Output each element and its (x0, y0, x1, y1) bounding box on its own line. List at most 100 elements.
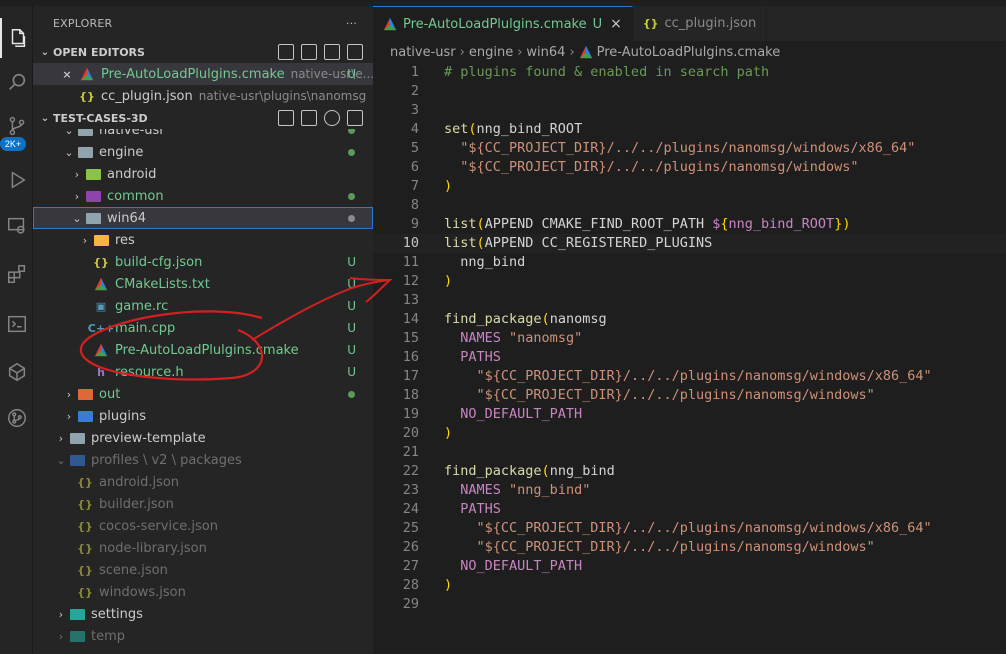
open-editors-section-header[interactable]: ⌄ OPEN EDITORS (33, 41, 373, 63)
code-line[interactable]: 3 (373, 101, 1006, 120)
code-line[interactable]: 16 PATHS (373, 348, 1006, 367)
temp-folder-icon (69, 628, 85, 644)
new-folder-icon[interactable] (301, 110, 317, 126)
git-graph-icon[interactable] (0, 398, 33, 438)
plugins-folder-icon (77, 408, 93, 424)
explorer-icon[interactable] (0, 18, 33, 58)
code-line[interactable]: 9 list(APPEND CMAKE_FIND_ROOT_PATH ${nng_… (373, 215, 1006, 234)
remote-explorer-icon[interactable] (0, 206, 33, 246)
json-icon: {} (77, 497, 93, 511)
refresh-icon[interactable] (324, 110, 340, 126)
code-line[interactable]: 23 NAMES "nng_bind" (373, 481, 1006, 500)
more-actions-button[interactable]: ··· (346, 17, 357, 30)
line-number: 23 (402, 482, 419, 498)
git-status-badge: U (347, 299, 356, 313)
tree-file[interactable]: {} scene.json (33, 559, 373, 581)
breadcrumb-item[interactable]: Pre-AutoLoadPlulgins.cmake (597, 45, 781, 60)
code-line[interactable]: 2 (373, 82, 1006, 101)
code-line[interactable]: 14 find_package(nanomsg (373, 310, 1006, 329)
code-line[interactable]: 8 (373, 196, 1006, 215)
close-all-icon[interactable] (347, 44, 363, 60)
explorer-title: EXPLORER (53, 17, 113, 30)
terminal-icon[interactable] (0, 304, 33, 344)
code-line[interactable]: 24 PATHS (373, 500, 1006, 519)
cube-icon[interactable] (0, 352, 33, 392)
breadcrumb-item[interactable]: native-usr (390, 45, 456, 60)
code-line[interactable]: 26 "${CC_PROJECT_DIR}/../../plugins/nano… (373, 538, 1006, 557)
tree-folder-native-usr[interactable]: ⌄ native-usr (33, 129, 373, 141)
code-line[interactable]: 22 find_package(nng_bind (373, 462, 1006, 481)
tree-file[interactable]: {} build-cfg.json U (33, 251, 373, 273)
code-line[interactable]: 15 NAMES "nanomsg" (373, 329, 1006, 348)
code-line[interactable]: 13 (373, 291, 1006, 310)
search-icon[interactable] (0, 62, 33, 102)
code-line[interactable]: 7) (373, 177, 1006, 196)
open-editor-item[interactable]: {} cc_plugin.json native-usr\plugins\nan… (33, 85, 373, 107)
tree-file[interactable]: {} node-library.json (33, 537, 373, 559)
explorer-header: EXPLORER ··· (33, 6, 373, 41)
code-line[interactable]: 12) (373, 272, 1006, 291)
toggle-vertical-icon[interactable] (301, 44, 317, 60)
close-icon[interactable]: × (59, 66, 75, 82)
tab-label: cc_plugin.json (664, 16, 757, 31)
code-line[interactable]: 17 "${CC_PROJECT_DIR}/../../plugins/nano… (373, 367, 1006, 386)
code-editor[interactable]: 1 # plugins found & enabled in search pat… (373, 63, 1006, 614)
run-debug-icon[interactable] (0, 160, 33, 200)
code-line[interactable]: 5 "${CC_PROJECT_DIR}/../../plugins/nanom… (373, 139, 1006, 158)
workspace-section-header[interactable]: ⌄ TEST-CASES-3D (33, 107, 373, 129)
code-line[interactable]: 21 (373, 443, 1006, 462)
tree-folder-preview-template[interactable]: › preview-template (33, 427, 373, 449)
tree-file[interactable]: CMakeLists.txt U (33, 273, 373, 295)
code-text: "${CC_PROJECT_DIR}/../../plugins/nanomsg… (476, 368, 932, 384)
code-line[interactable]: 27 NO_DEFAULT_PATH (373, 557, 1006, 576)
tree-label: build-cfg.json (115, 254, 203, 270)
tree-file[interactable]: {} builder.json (33, 493, 373, 515)
code-line[interactable]: 1 # plugins found & enabled in search pat… (373, 63, 1006, 82)
code-line[interactable]: 28) (373, 576, 1006, 595)
json-icon: {} (77, 475, 93, 489)
tree-file[interactable]: C++ main.cpp U (33, 317, 373, 339)
tree-label: temp (91, 628, 126, 644)
tree-file[interactable]: ▣ game.rc U (33, 295, 373, 317)
tree-folder-out[interactable]: › out (33, 383, 373, 405)
code-line[interactable]: 4 set(nng_bind_ROOT (373, 120, 1006, 139)
tree-folder-settings[interactable]: › settings (33, 603, 373, 625)
tree-file[interactable]: Pre-AutoLoadPlulgins.cmake U (33, 339, 373, 361)
code-line[interactable]: 10 list(APPEND CC_REGISTERED_PLUGINS (373, 234, 1006, 253)
tree-folder-temp[interactable]: › temp (33, 625, 373, 647)
tree-label: android.json (99, 474, 180, 490)
tab-pre-autoload-plugins[interactable]: Pre-AutoLoadPlulgins.cmake U × (373, 6, 633, 41)
tree-folder-engine[interactable]: ⌄ engine (33, 141, 373, 163)
tree-folder-win64[interactable]: ⌄ win64 (33, 207, 373, 229)
new-file-icon[interactable] (278, 110, 294, 126)
code-line[interactable]: 20) (373, 424, 1006, 443)
code-line[interactable]: 19 NO_DEFAULT_PATH (373, 405, 1006, 424)
code-line[interactable]: 29 (373, 595, 1006, 614)
chevron-right-icon: › (66, 409, 72, 423)
new-untitled-file-icon[interactable] (278, 44, 294, 60)
open-editor-item[interactable]: × Pre-AutoLoadPlulgins.cmake native-usr\… (33, 63, 373, 85)
tab-cc-plugin-json[interactable]: {} cc_plugin.json (633, 6, 768, 41)
cmake-icon (79, 66, 95, 82)
tree-file[interactable]: {} android.json (33, 471, 373, 493)
tree-file[interactable]: {} cocos-service.json (33, 515, 373, 537)
git-status-badge: U (347, 365, 356, 379)
breadcrumb-item[interactable]: engine (469, 45, 513, 60)
collapse-all-icon[interactable] (347, 110, 363, 126)
breadcrumb-item[interactable]: win64 (526, 45, 565, 60)
code-line[interactable]: 11 nng_bind (373, 253, 1006, 272)
tree-folder-res[interactable]: › res (33, 229, 373, 251)
tree-folder-plugins[interactable]: › plugins (33, 405, 373, 427)
tree-file[interactable]: h resource.h U (33, 361, 373, 383)
close-icon[interactable]: × (610, 16, 622, 32)
save-all-icon[interactable] (324, 44, 340, 60)
tree-file[interactable]: {} windows.json (33, 581, 373, 603)
tree-folder-profiles[interactable]: ⌄ profiles \ v2 \ packages (33, 449, 373, 471)
tree-folder-common[interactable]: › common (33, 185, 373, 207)
code-line[interactable]: 25 "${CC_PROJECT_DIR}/../../plugins/nano… (373, 519, 1006, 538)
code-line[interactable]: 6 "${CC_PROJECT_DIR}/../../plugins/nanom… (373, 158, 1006, 177)
extensions-icon[interactable] (0, 254, 33, 294)
code-text: find_package(nanomsg (444, 311, 607, 327)
tree-folder-android[interactable]: › android (33, 163, 373, 185)
code-line[interactable]: 18 "${CC_PROJECT_DIR}/../../plugins/nano… (373, 386, 1006, 405)
